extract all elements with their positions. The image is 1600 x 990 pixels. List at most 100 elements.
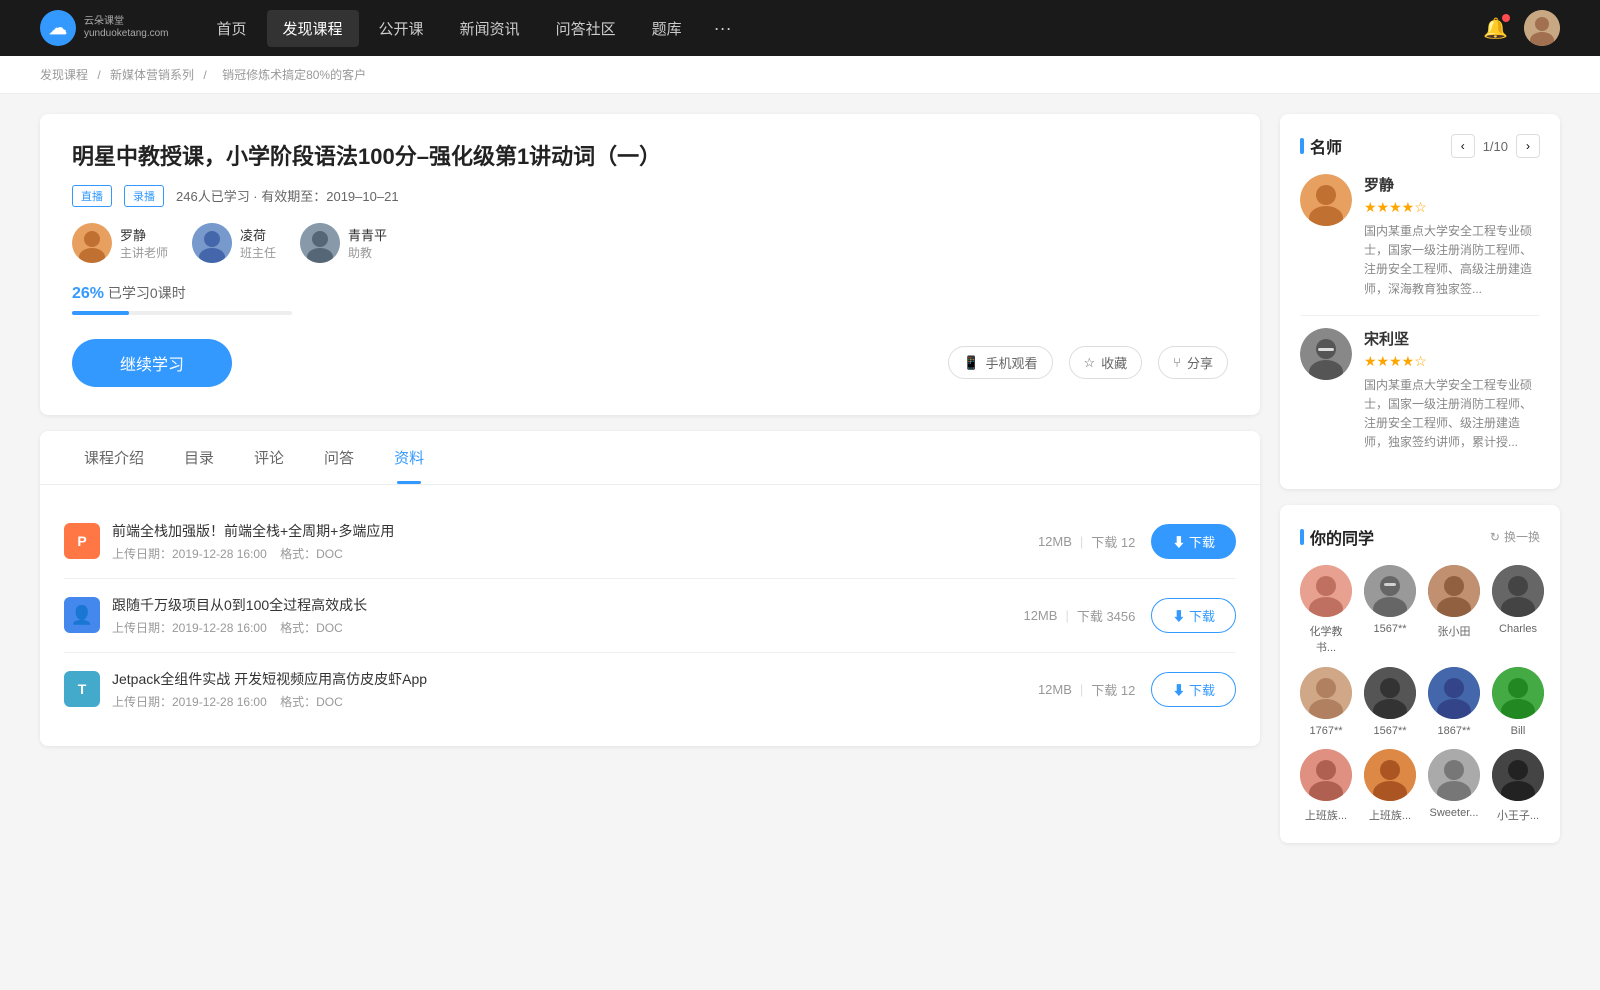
sidebar-teacher-avatar-1[interactable]: [1300, 174, 1352, 226]
teacher-role-1: 主讲老师: [120, 244, 168, 261]
file-meta-3: 上传日期：2019-12-28 16:00 格式：DOC: [112, 693, 1038, 710]
page-indicator: 1/10: [1483, 139, 1508, 154]
share-button[interactable]: ⑂ 分享: [1158, 346, 1228, 379]
nav-item-home[interactable]: 首页: [201, 10, 263, 47]
classmates-card: 你的同学 ↻ 换一换 化学教书... 1567**: [1280, 505, 1560, 843]
teacher-name-2: 凌荷: [240, 225, 276, 244]
classmate-9[interactable]: 上班族...: [1300, 749, 1352, 823]
notification-dot: [1502, 14, 1510, 22]
teachers: 罗静 主讲老师 凌荷 班主任: [72, 223, 1228, 263]
badge-record: 录播: [124, 185, 164, 207]
classmate-avatar-7: [1428, 667, 1480, 719]
sidebar-teacher-stars-1: ★★★★☆: [1364, 199, 1540, 216]
file-icon-3: T: [64, 671, 100, 707]
classmate-3[interactable]: 张小田: [1428, 565, 1480, 655]
teachers-title: 名师: [1300, 134, 1342, 158]
sidebar-teacher-avatar-2[interactable]: [1300, 328, 1352, 380]
course-actions: 继续学习 📱 手机观看 ☆ 收藏 ⑂ 分享: [72, 339, 1228, 387]
next-page-button[interactable]: ›: [1516, 134, 1540, 158]
classmate-10[interactable]: 上班族...: [1364, 749, 1416, 823]
breadcrumb-series[interactable]: 新媒体营销系列: [110, 68, 194, 82]
file-size-1: 12MB: [1038, 534, 1072, 549]
file-meta-2: 上传日期：2019-12-28 16:00 格式：DOC: [112, 619, 1023, 636]
tab-qa[interactable]: 问答: [304, 431, 374, 484]
progress-bar-fill: [72, 311, 129, 315]
teacher-avatar-2: [192, 223, 232, 263]
classmate-4[interactable]: Charles: [1492, 565, 1544, 655]
logo-icon: ☁: [40, 10, 76, 46]
teacher-1: 罗静 主讲老师: [72, 223, 168, 263]
classmate-avatar-5: [1300, 667, 1352, 719]
nav-items: 首页 发现课程 公开课 新闻资讯 问答社区 题库 ···: [201, 10, 744, 47]
badge-live: 直播: [72, 185, 112, 207]
teacher-info-3: 青青平 助教: [348, 225, 387, 261]
nav-item-questions[interactable]: 题库: [636, 10, 698, 47]
classmate-12[interactable]: 小王子...: [1492, 749, 1544, 823]
teacher-role-3: 助教: [348, 244, 387, 261]
classmate-name-7: 1867**: [1437, 725, 1470, 737]
navbar-right: 🔔: [1483, 10, 1560, 46]
classmate-avatar-11: [1428, 749, 1480, 801]
download-btn-1[interactable]: ⬇ 下载: [1151, 524, 1236, 559]
breadcrumb-current: 销冠修炼术搞定80%的客户: [222, 68, 366, 82]
teachers-card: 名师 ‹ 1/10 › 罗静 ★★★★☆ 国内某重点大学安全工程专业硕士，国家一…: [1280, 114, 1560, 489]
nav-item-news[interactable]: 新闻资讯: [444, 10, 536, 47]
teacher-info-1: 罗静 主讲老师: [120, 225, 168, 261]
classmate-8[interactable]: Bill: [1492, 667, 1544, 737]
sidebar-teacher-name-1: 罗静: [1364, 174, 1540, 195]
file-meta-1: 上传日期：2019-12-28 16:00 格式：DOC: [112, 545, 1038, 562]
classmate-7[interactable]: 1867**: [1428, 667, 1480, 737]
navbar-left: ☁ 云朵课堂 yunduoketang.com 首页 发现课程 公开课 新闻资讯…: [40, 10, 744, 47]
nav-item-open[interactable]: 公开课: [363, 10, 440, 47]
share-label: 分享: [1187, 353, 1213, 372]
classmate-2[interactable]: 1567**: [1364, 565, 1416, 655]
nav-item-qa[interactable]: 问答社区: [540, 10, 632, 47]
file-stats-1: 12MB | 下载 12: [1038, 532, 1135, 551]
user-avatar[interactable]: [1524, 10, 1560, 46]
teacher-info-2: 凌荷 班主任: [240, 225, 276, 261]
collect-button[interactable]: ☆ 收藏: [1069, 346, 1143, 379]
refresh-icon: ↻: [1490, 530, 1500, 544]
content-area: 明星中教授课，小学阶段语法100分–强化级第1讲动词（一） 直播 录播 246人…: [40, 114, 1260, 859]
sidebar-teacher-name-2: 宋利坚: [1364, 328, 1540, 349]
nav-item-discover[interactable]: 发现课程: [267, 10, 359, 47]
file-icon-1: P: [64, 523, 100, 559]
tabs-header: 课程介绍 目录 评论 问答 资料: [40, 431, 1260, 485]
refresh-button[interactable]: ↻ 换一换: [1490, 528, 1540, 545]
sidebar-teacher-desc-2: 国内某重点大学安全工程专业硕士，国家一级注册消防工程师、注册安全工程师、级注册建…: [1364, 376, 1540, 453]
tab-materials[interactable]: 资料: [374, 431, 444, 484]
mobile-view-button[interactable]: 📱 手机观看: [948, 346, 1052, 379]
file-downloads-2: 下载 3456: [1077, 606, 1136, 625]
classmate-5[interactable]: 1767**: [1300, 667, 1352, 737]
teacher-role-2: 班主任: [240, 244, 276, 261]
classmate-11[interactable]: Sweeter...: [1428, 749, 1480, 823]
breadcrumb-sep2: /: [203, 68, 210, 82]
file-title-1: 前端全栈加强版！前端全栈+全周期+多端应用: [112, 521, 1038, 541]
breadcrumb-discover[interactable]: 发现课程: [40, 68, 88, 82]
classmate-name-1: 化学教书...: [1300, 623, 1352, 655]
classmate-name-8: Bill: [1511, 725, 1526, 737]
teacher-divider: [1300, 315, 1540, 316]
logo[interactable]: ☁ 云朵课堂 yunduoketang.com: [40, 10, 169, 46]
sep-3: |: [1080, 682, 1083, 697]
download-btn-2[interactable]: ⬇ 下载: [1151, 598, 1236, 633]
teacher-name-3: 青青平: [348, 225, 387, 244]
classmate-6[interactable]: 1567**: [1364, 667, 1416, 737]
classmate-name-11: Sweeter...: [1430, 807, 1479, 819]
file-item-1: P 前端全栈加强版！前端全栈+全周期+多端应用 上传日期：2019-12-28 …: [64, 505, 1236, 579]
classmate-avatar-12: [1492, 749, 1544, 801]
bell-icon[interactable]: 🔔: [1483, 16, 1508, 41]
classmate-name-12: 小王子...: [1497, 807, 1539, 823]
tab-review[interactable]: 评论: [234, 431, 304, 484]
file-title-2: 跟随千万级项目从0到100全过程高效成长: [112, 595, 1023, 615]
classmate-avatar-10: [1364, 749, 1416, 801]
classmate-avatar-1: [1300, 565, 1352, 617]
nav-more[interactable]: ···: [702, 10, 744, 47]
continue-button[interactable]: 继续学习: [72, 339, 232, 387]
download-btn-3[interactable]: ⬇ 下载: [1151, 672, 1236, 707]
prev-page-button[interactable]: ‹: [1451, 134, 1475, 158]
classmate-1[interactable]: 化学教书...: [1300, 565, 1352, 655]
tab-intro[interactable]: 课程介绍: [64, 431, 164, 484]
classmate-name-9: 上班族...: [1305, 807, 1347, 823]
tab-catalog[interactable]: 目录: [164, 431, 234, 484]
